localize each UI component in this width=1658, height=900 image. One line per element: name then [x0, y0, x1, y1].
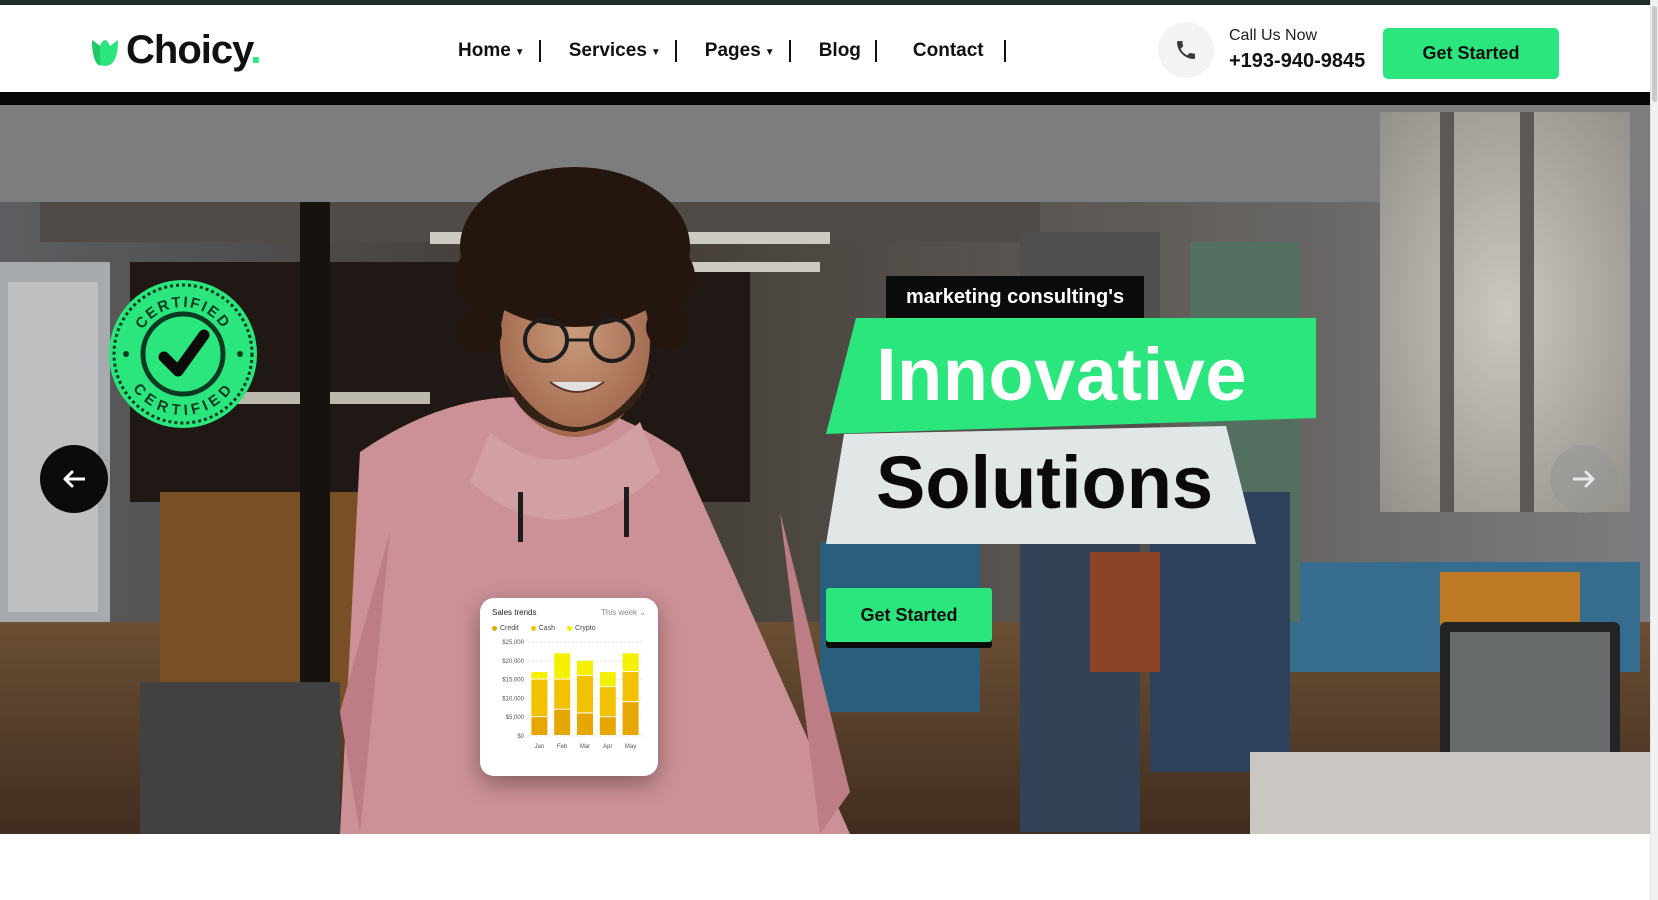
- bar-segment-cash: [531, 679, 548, 717]
- nav-pages-label: Pages: [704, 40, 761, 61]
- y-tick-label: $5,000: [506, 715, 525, 721]
- nav-contact[interactable]: Contact: [913, 35, 984, 67]
- hero-top-band: [0, 92, 1650, 105]
- main-nav: Home ▼ Services ▼ Pages ▼ Blog Contact: [458, 35, 1034, 67]
- nav-services[interactable]: Services ▼: [569, 35, 661, 67]
- nav-home-label: Home: [458, 40, 511, 61]
- phone-icon: [1177, 41, 1195, 59]
- card-legend: Credit Cash Crypto: [492, 625, 646, 632]
- slider-next-button[interactable]: [1550, 445, 1618, 513]
- sales-trends-card: Sales trends This week ⌄ Credit Cash Cry…: [480, 598, 658, 776]
- leaf-logo-icon: [92, 40, 118, 66]
- nav-divider: [538, 40, 541, 62]
- get-started-header-button[interactable]: Get Started: [1383, 28, 1559, 79]
- sales-trends-chart: $25,000 $20,000 $15,000 $10,000 $5,000 $0 Jan F…: [502, 640, 642, 750]
- site-header: Choicy. Home ▼ Services ▼ Pages ▼ Blog Cont…: [0, 5, 1650, 92]
- bar-segment-crypto: [599, 672, 616, 687]
- bar-segment-cash: [554, 679, 571, 709]
- bar-segment-cash: [577, 675, 593, 713]
- page-scrollbar[interactable]: [1650, 0, 1658, 900]
- nav-blog-label: Blog: [818, 40, 861, 61]
- scrollbar-thumb[interactable]: [1652, 6, 1657, 102]
- x-tick-label: Feb: [557, 744, 568, 750]
- bar-segment-cash: [599, 687, 616, 717]
- phone-icon-circle: [1158, 22, 1214, 78]
- call-number[interactable]: +193-940-9845: [1229, 50, 1365, 73]
- hero-title-line1: Innovative: [876, 333, 1247, 416]
- nav-divider: [1003, 40, 1006, 62]
- hero-title-line2-box: Solutions: [826, 426, 1256, 544]
- nav-blog[interactable]: Blog: [819, 35, 861, 67]
- get-started-hero-button[interactable]: Get Started: [826, 588, 992, 642]
- brand-logo[interactable]: Choicy.: [90, 25, 262, 75]
- brand-name: Choicy.: [126, 27, 262, 72]
- bar-segment-cash: [622, 672, 639, 702]
- x-tick-label: Mar: [580, 744, 590, 750]
- bar-segment-credit: [622, 702, 639, 735]
- legend-credit: Credit: [492, 625, 519, 632]
- bar-segment-credit: [599, 717, 616, 735]
- arrow-right-icon: [1573, 470, 1595, 488]
- nav-pages[interactable]: Pages ▼: [705, 35, 775, 67]
- hero-slider: CERTIFIED CERTIFIED marketing consulting…: [0, 92, 1650, 834]
- x-tick-label: May: [625, 744, 636, 750]
- bar-segment-credit: [531, 717, 548, 735]
- y-tick-label: $15,000: [502, 678, 524, 684]
- y-tick-label: $0: [517, 734, 524, 740]
- bar-segment-crypto: [554, 653, 571, 679]
- hero-title-line1-box: Innovative: [826, 318, 1316, 434]
- card-title: Sales trends: [492, 608, 537, 617]
- call-label: Call Us Now: [1229, 27, 1318, 44]
- nav-divider: [874, 40, 877, 62]
- nav-divider: [788, 40, 791, 62]
- y-tick-label: $10,000: [502, 696, 524, 702]
- caret-down-icon: ▼: [650, 46, 661, 58]
- legend-crypto: Crypto: [567, 625, 596, 632]
- below-hero-section: [0, 834, 1650, 900]
- y-tick-label: $25,000: [502, 640, 524, 646]
- x-tick-label: Apr: [603, 744, 612, 750]
- hero-background-photo: [0, 92, 1650, 834]
- slider-prev-button[interactable]: [40, 445, 108, 513]
- bar-segment-credit: [554, 709, 571, 735]
- nav-divider: [674, 40, 677, 62]
- x-tick-label: Jan: [535, 744, 545, 750]
- nav-contact-label: Contact: [912, 40, 984, 61]
- call-block[interactable]: Call Us Now +193-940-9845: [1158, 22, 1365, 78]
- caret-down-icon: ▼: [514, 46, 525, 58]
- hero-tagline: marketing consulting's: [886, 276, 1145, 318]
- caret-down-icon: ▼: [764, 46, 775, 58]
- bar-segment-credit: [577, 713, 593, 735]
- card-period-select[interactable]: This week ⌄: [601, 608, 646, 617]
- nav-home[interactable]: Home ▼: [458, 35, 525, 67]
- y-tick-label: $20,000: [502, 659, 524, 665]
- nav-services-label: Services: [568, 40, 647, 61]
- bar-segment-crypto: [531, 672, 548, 679]
- certified-badge: CERTIFIED CERTIFIED: [109, 280, 257, 428]
- bar-segment-crypto: [577, 660, 593, 675]
- legend-cash: Cash: [530, 625, 555, 632]
- arrow-left-icon: [63, 470, 85, 488]
- hero-title-line2: Solutions: [876, 441, 1214, 524]
- bar-segment-crypto: [622, 653, 639, 672]
